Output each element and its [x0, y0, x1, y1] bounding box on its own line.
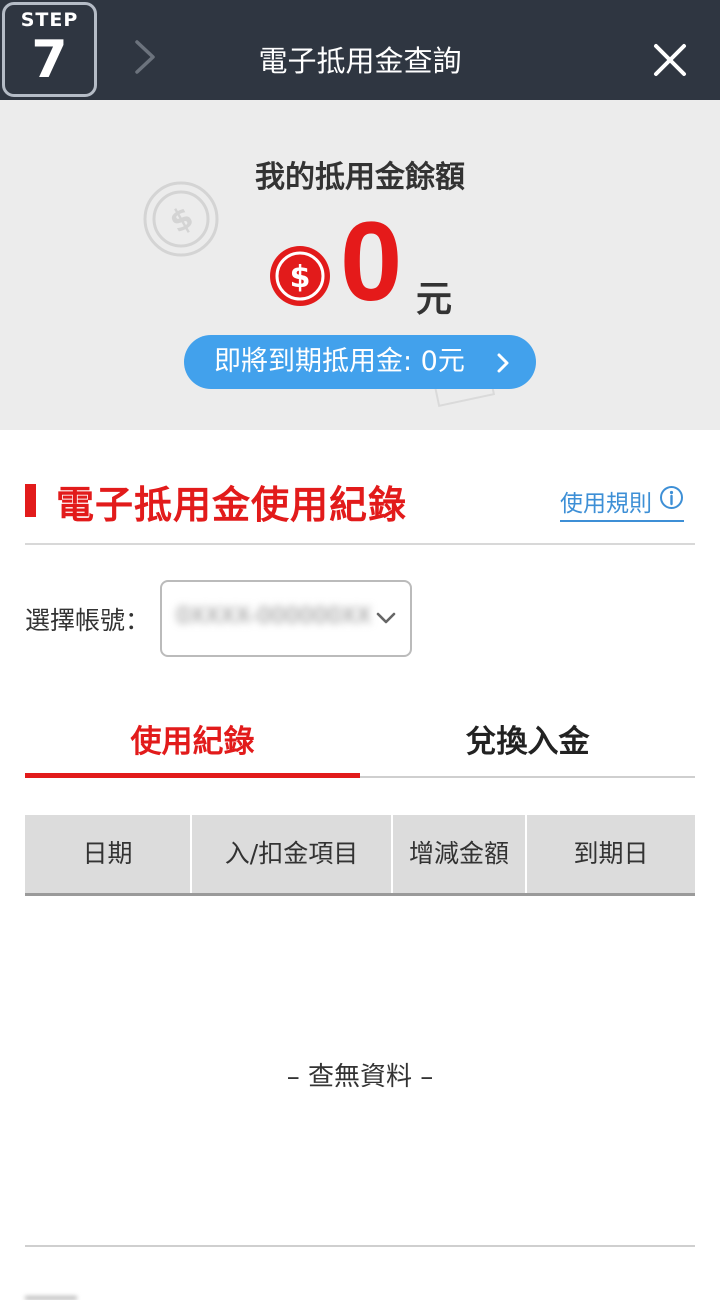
- column-header-expiry: 到期日: [573, 839, 649, 868]
- column-header-amount: 增減金額: [393, 815, 527, 893]
- step-number: 7: [31, 30, 68, 90]
- step-badge: STEP 7: [2, 2, 97, 97]
- empty-state-text: – 查無資料 –: [286, 1062, 434, 1092]
- expiring-credit-button[interactable]: 即將到期抵用金: 0元: [184, 335, 536, 389]
- column-header-item: 入/扣金項目: [192, 815, 393, 893]
- tab-active-indicator: [25, 773, 360, 778]
- expiring-credit-label: 即將到期抵用金: 0元: [214, 346, 465, 377]
- balance-panel: $ 我的抵用金餘額 $ 0 元 即將到期抵用金: 0元: [0, 100, 720, 430]
- account-label: 選擇帳號：: [25, 606, 151, 635]
- section-marker: [25, 484, 36, 517]
- balance-amount: 0: [340, 199, 403, 324]
- svg-text:$: $: [164, 200, 200, 241]
- balance-title: 我的抵用金餘額: [255, 160, 465, 195]
- chevron-down-icon: [376, 612, 396, 624]
- page-title: 電子抵用金查詢: [258, 44, 462, 78]
- usage-rules-link[interactable]: 使用規則: [560, 484, 684, 522]
- chevron-right-icon: [497, 353, 509, 373]
- bottom-divider: [25, 1245, 695, 1247]
- svg-text:$: $: [290, 260, 311, 295]
- balance-unit: 元: [416, 279, 453, 320]
- back-chevron-icon[interactable]: [133, 40, 157, 74]
- top-bar: STEP 7 電子抵用金查詢: [0, 0, 720, 100]
- tab-redeem-deposit[interactable]: 兌換入金: [360, 716, 695, 761]
- usage-rules-label: 使用規則: [560, 491, 652, 517]
- section-title: 電子抵用金使用紀錄: [56, 483, 408, 527]
- account-value: 0XXXX-000000XX: [176, 604, 372, 629]
- tab-usage-records[interactable]: 使用紀錄: [25, 716, 360, 761]
- account-select[interactable]: 0XXXX-000000XX: [160, 580, 412, 657]
- records-table-header: 日期 入/扣金項目 增減金額 到期日: [25, 815, 695, 896]
- column-header-date: 日期: [25, 815, 192, 893]
- section-divider: [25, 543, 695, 545]
- close-icon[interactable]: [648, 38, 692, 82]
- info-icon: [660, 486, 683, 509]
- step-label: STEP: [20, 9, 79, 31]
- cut-off-text: [25, 1288, 85, 1300]
- dollar-coin-icon: $: [270, 246, 330, 306]
